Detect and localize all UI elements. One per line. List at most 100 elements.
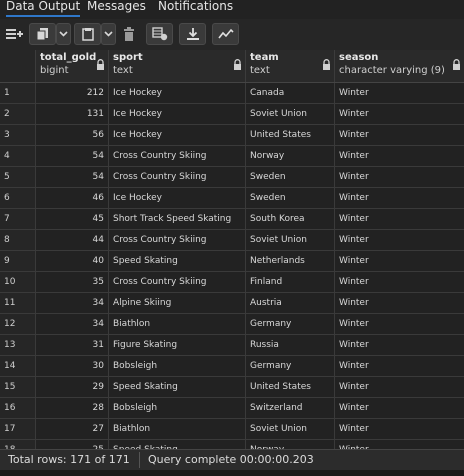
cell-total-gold[interactable]: 28 bbox=[36, 398, 109, 418]
cell-season[interactable]: Winter bbox=[335, 377, 464, 397]
cell-season[interactable]: Winter bbox=[335, 314, 464, 334]
table-row[interactable]: 15 29 Speed Skating United States Winter bbox=[0, 377, 464, 398]
cell-total-gold[interactable]: 212 bbox=[36, 83, 109, 103]
cell-sport[interactable]: Ice Hockey bbox=[109, 104, 246, 124]
row-number[interactable]: 11 bbox=[0, 293, 36, 313]
cell-sport[interactable]: Figure Skating bbox=[109, 335, 246, 355]
cell-team[interactable]: Netherlands bbox=[246, 251, 335, 271]
cell-sport[interactable]: Bobsleigh bbox=[109, 356, 246, 376]
cell-team[interactable]: Soviet Union bbox=[246, 230, 335, 250]
cell-sport[interactable]: Alpine Skiing bbox=[109, 293, 246, 313]
cell-team[interactable]: United States bbox=[246, 125, 335, 145]
cell-season[interactable]: Winter bbox=[335, 251, 464, 271]
cell-season[interactable]: Winter bbox=[335, 398, 464, 418]
row-number[interactable]: 18 bbox=[0, 440, 36, 449]
cell-sport[interactable]: Biathlon bbox=[109, 419, 246, 439]
cell-total-gold[interactable]: 30 bbox=[36, 356, 109, 376]
table-row[interactable]: 11 34 Alpine Skiing Austria Winter bbox=[0, 293, 464, 314]
cell-season[interactable]: Winter bbox=[335, 167, 464, 187]
cell-season[interactable]: Winter bbox=[335, 293, 464, 313]
cell-team[interactable]: Russia bbox=[246, 335, 335, 355]
column-header-sport[interactable]: sport text bbox=[109, 50, 246, 82]
cell-total-gold[interactable]: 56 bbox=[36, 125, 109, 145]
cell-total-gold[interactable]: 40 bbox=[36, 251, 109, 271]
row-number[interactable]: 8 bbox=[0, 230, 36, 250]
cell-sport[interactable]: Bobsleigh bbox=[109, 398, 246, 418]
cell-season[interactable]: Winter bbox=[335, 419, 464, 439]
row-number[interactable]: 3 bbox=[0, 125, 36, 145]
row-number[interactable]: 14 bbox=[0, 356, 36, 376]
cell-team[interactable]: Finland bbox=[246, 272, 335, 292]
cell-season[interactable]: Winter bbox=[335, 83, 464, 103]
table-row[interactable]: 12 34 Biathlon Germany Winter bbox=[0, 314, 464, 335]
tab-data-output[interactable]: Data Output bbox=[6, 0, 81, 17]
cell-sport[interactable]: Cross Country Skiing bbox=[109, 146, 246, 166]
row-number[interactable]: 5 bbox=[0, 167, 36, 187]
row-number[interactable]: 12 bbox=[0, 314, 36, 334]
cell-team[interactable]: Switzerland bbox=[246, 398, 335, 418]
table-row[interactable]: 4 54 Cross Country Skiing Norway Winter bbox=[0, 146, 464, 167]
row-number[interactable]: 17 bbox=[0, 419, 36, 439]
row-number[interactable]: 1 bbox=[0, 83, 36, 103]
cell-sport[interactable]: Cross Country Skiing bbox=[109, 272, 246, 292]
cell-total-gold[interactable]: 54 bbox=[36, 167, 109, 187]
cell-season[interactable]: Winter bbox=[335, 104, 464, 124]
cell-total-gold[interactable]: 29 bbox=[36, 377, 109, 397]
table-row[interactable]: 3 56 Ice Hockey United States Winter bbox=[0, 125, 464, 146]
cell-season[interactable]: Winter bbox=[335, 440, 464, 449]
table-row[interactable]: 14 30 Bobsleigh Germany Winter bbox=[0, 356, 464, 377]
cell-total-gold[interactable]: 34 bbox=[36, 293, 109, 313]
cell-total-gold[interactable]: 45 bbox=[36, 209, 109, 229]
copy-options-dropdown[interactable] bbox=[56, 23, 71, 45]
cell-team[interactable]: Sweden bbox=[246, 188, 335, 208]
cell-team[interactable]: Soviet Union bbox=[246, 104, 335, 124]
column-header-season[interactable]: season character varying (9) bbox=[335, 50, 464, 82]
cell-total-gold[interactable]: 35 bbox=[36, 272, 109, 292]
row-number[interactable]: 10 bbox=[0, 272, 36, 292]
cell-total-gold[interactable]: 46 bbox=[36, 188, 109, 208]
cell-sport[interactable]: Biathlon bbox=[109, 314, 246, 334]
table-row[interactable]: 13 31 Figure Skating Russia Winter bbox=[0, 335, 464, 356]
table-row[interactable]: 1 212 Ice Hockey Canada Winter bbox=[0, 83, 464, 104]
table-row[interactable]: 2 131 Ice Hockey Soviet Union Winter bbox=[0, 104, 464, 125]
cell-season[interactable]: Winter bbox=[335, 125, 464, 145]
cell-sport[interactable]: Ice Hockey bbox=[109, 83, 246, 103]
graph-visualiser-button[interactable] bbox=[212, 23, 239, 45]
table-row[interactable]: 17 27 Biathlon Soviet Union Winter bbox=[0, 419, 464, 440]
cell-sport[interactable]: Speed Skating bbox=[109, 440, 246, 449]
cell-team[interactable]: Norway bbox=[246, 146, 335, 166]
cell-season[interactable]: Winter bbox=[335, 356, 464, 376]
row-number[interactable]: 15 bbox=[0, 377, 36, 397]
cell-team[interactable]: Canada bbox=[246, 83, 335, 103]
cell-total-gold[interactable]: 31 bbox=[36, 335, 109, 355]
row-number[interactable]: 7 bbox=[0, 209, 36, 229]
cell-sport[interactable]: Cross Country Skiing bbox=[109, 230, 246, 250]
cell-sport[interactable]: Ice Hockey bbox=[109, 188, 246, 208]
table-row[interactable]: 6 46 Ice Hockey Sweden Winter bbox=[0, 188, 464, 209]
cell-team[interactable]: Sweden bbox=[246, 167, 335, 187]
row-number[interactable]: 9 bbox=[0, 251, 36, 271]
cell-total-gold[interactable]: 44 bbox=[36, 230, 109, 250]
cell-sport[interactable]: Speed Skating bbox=[109, 377, 246, 397]
row-number[interactable]: 16 bbox=[0, 398, 36, 418]
tab-messages[interactable]: Messages bbox=[87, 0, 146, 17]
row-number[interactable]: 2 bbox=[0, 104, 36, 124]
cell-season[interactable]: Winter bbox=[335, 188, 464, 208]
table-row[interactable]: 7 45 Short Track Speed Skating South Korea W… bbox=[0, 209, 464, 230]
cell-total-gold[interactable]: 131 bbox=[36, 104, 109, 124]
cell-team[interactable]: United States bbox=[246, 377, 335, 397]
column-header-total-gold[interactable]: total_gold bigint bbox=[36, 50, 109, 82]
cell-sport[interactable]: Short Track Speed Skating bbox=[109, 209, 246, 229]
table-row[interactable]: 8 44 Cross Country Skiing Soviet Union Winte… bbox=[0, 230, 464, 251]
cell-team[interactable]: South Korea bbox=[246, 209, 335, 229]
cell-total-gold[interactable]: 25 bbox=[36, 440, 109, 449]
cell-team[interactable]: Austria bbox=[246, 293, 335, 313]
download-button[interactable] bbox=[179, 23, 206, 45]
table-row[interactable]: 9 40 Speed Skating Netherlands Winter bbox=[0, 251, 464, 272]
table-row[interactable]: 16 28 Bobsleigh Switzerland Winter bbox=[0, 398, 464, 419]
cell-team[interactable]: Soviet Union bbox=[246, 419, 335, 439]
save-data-button[interactable] bbox=[146, 23, 173, 45]
cell-team[interactable]: Germany bbox=[246, 356, 335, 376]
row-number[interactable]: 6 bbox=[0, 188, 36, 208]
tab-notifications[interactable]: Notifications bbox=[158, 0, 233, 17]
